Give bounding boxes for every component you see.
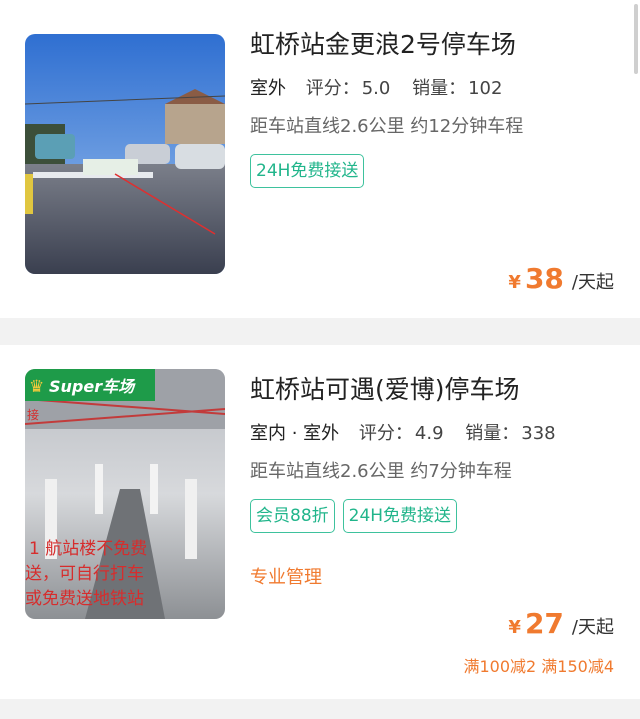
price-unit: /天起 — [571, 272, 614, 293]
parking-list: 虹桥站金更浪2号停车场 室外 评分： 5.0 销量： 102 距车站直线2.6公里 … — [0, 0, 640, 719]
price-value: 27 — [524, 607, 564, 640]
parking-card[interactable]: ♛ Super车场 接 1 航站楼不免费 送，可自行打车 或免费送地铁站 虹桥站… — [0, 345, 640, 699]
sales-label: 销量： — [465, 423, 520, 444]
scrollbar[interactable] — [634, 4, 638, 74]
parking-info: 虹桥站可遇(爱博)停车场 室内 · 室外 评分： 4.9 销量： 338 距车站直线… — [250, 373, 620, 589]
parking-card[interactable]: 虹桥站金更浪2号停车场 室外 评分： 5.0 销量： 102 距车站直线2.6公里 … — [0, 0, 640, 318]
parking-photo[interactable]: ♛ Super车场 接 1 航站楼不免费 送，可自行打车 或免费送地铁站 — [25, 369, 225, 619]
parking-name[interactable]: 虹桥站可遇(爱博)停车场 — [250, 373, 620, 407]
photo-overlay-line-3: 或免费送地铁站 — [25, 589, 144, 609]
photo-overlay-line-1: 1 航站楼不免费 — [29, 539, 147, 559]
tag-list: 会员88折 24H免费接送 — [250, 499, 620, 533]
rating-label: 评分： — [358, 423, 413, 444]
super-badge: Super车场 — [49, 377, 136, 396]
parking-type: 室内 · 室外 — [250, 423, 340, 444]
parking-photo[interactable] — [25, 34, 225, 274]
parking-meta: 室外 评分： 5.0 销量： 102 — [250, 76, 620, 102]
sales-value: 338 — [521, 423, 556, 444]
parking-photo-image — [25, 34, 225, 274]
parking-photo-image: ♛ Super车场 接 1 航站楼不免费 送，可自行打车 或免费送地铁站 — [25, 369, 225, 619]
crown-icon: ♛ — [29, 377, 44, 397]
price: ¥27/天起 — [508, 607, 614, 640]
rating-label: 评分： — [305, 78, 360, 99]
currency-symbol: ¥ — [508, 272, 521, 293]
photo-overlay-prefix: 接 — [27, 407, 39, 422]
tag-list: 24H免费接送 — [250, 154, 620, 188]
management-label: 专业管理 — [250, 567, 322, 588]
rating-value: 5.0 — [361, 78, 391, 99]
parking-type: 室外 — [250, 78, 286, 99]
tag-free-shuttle: 24H免费接送 — [250, 154, 365, 188]
distance-text: 距车站直线2.6公里 约7分钟车程 — [250, 461, 512, 482]
tag-member-discount: 会员88折 — [250, 499, 335, 533]
rating-value: 4.9 — [414, 423, 444, 444]
tag-free-shuttle: 24H免费接送 — [342, 499, 458, 533]
currency-symbol: ¥ — [508, 617, 521, 638]
parking-meta: 室内 · 室外 评分： 4.9 销量： 338 — [250, 421, 620, 447]
sales-value: 102 — [468, 78, 503, 99]
photo-overlay-line-2: 送，可自行打车 — [25, 564, 144, 584]
distance-text: 距车站直线2.6公里 约12分钟车程 — [250, 116, 524, 137]
promo-text: 满100减2 满150减4 — [463, 657, 614, 676]
price: ¥38/天起 — [508, 262, 614, 295]
sales-label: 销量： — [412, 78, 467, 99]
parking-info: 虹桥站金更浪2号停车场 室外 评分： 5.0 销量： 102 距车站直线2.6公里 … — [250, 28, 620, 188]
parking-name[interactable]: 虹桥站金更浪2号停车场 — [250, 28, 620, 62]
price-value: 38 — [524, 262, 564, 295]
price-unit: /天起 — [571, 617, 614, 638]
